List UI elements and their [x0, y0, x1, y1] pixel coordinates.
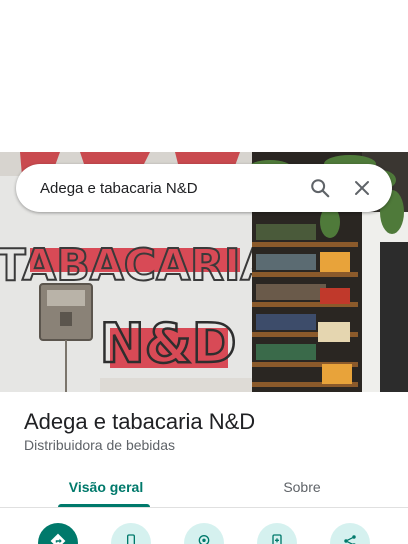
share-button[interactable] — [330, 523, 370, 544]
directions-button[interactable] — [38, 523, 78, 544]
save-button[interactable] — [184, 523, 224, 544]
directions-icon — [49, 532, 67, 544]
close-icon[interactable] — [344, 170, 380, 206]
search-icon[interactable] — [302, 170, 338, 206]
send-to-phone-button[interactable] — [257, 523, 297, 544]
share-icon — [342, 533, 358, 544]
save-pin-icon — [196, 533, 212, 544]
call-button[interactable] — [111, 523, 151, 544]
place-category: Distribuidora de bebidas — [24, 437, 175, 453]
phone-icon — [123, 533, 139, 544]
tab-selected-indicator — [58, 504, 150, 507]
tab-about[interactable]: Sobre — [196, 466, 408, 508]
place-tabs: Visão geral Sobre — [0, 466, 408, 508]
tab-overview[interactable]: Visão geral — [0, 466, 212, 508]
map-blank-area — [0, 0, 408, 152]
search-bar[interactable]: Adega e tabacaria N&D — [16, 164, 392, 212]
search-input[interactable]: Adega e tabacaria N&D — [40, 180, 296, 197]
sign-nd-text: N&D — [99, 312, 236, 375]
add-to-phone-icon — [269, 533, 285, 544]
place-name: Adega e tabacaria N&D — [24, 409, 256, 434]
